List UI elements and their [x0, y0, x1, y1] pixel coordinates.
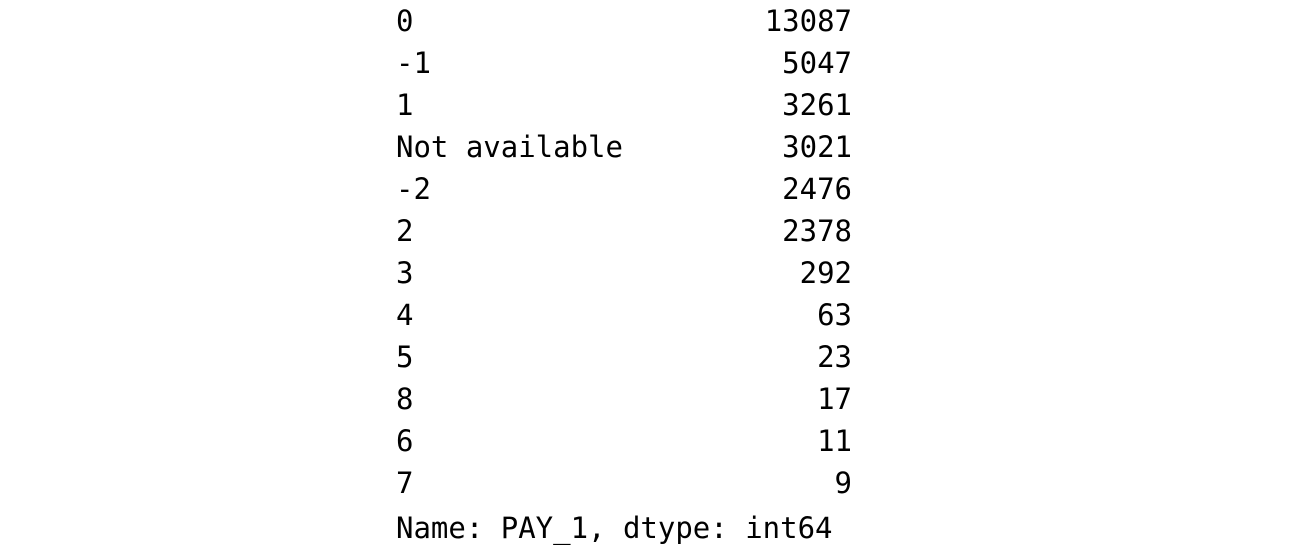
- row-index: 2: [396, 214, 414, 248]
- row-value: 11: [817, 424, 852, 458]
- row-value: 23: [817, 340, 852, 374]
- row-value: 13087: [764, 4, 852, 38]
- list-item: 6 11: [396, 420, 956, 462]
- list-item: 8 17: [396, 378, 956, 420]
- list-item: -1 5047: [396, 42, 956, 84]
- list-item: -2 2476: [396, 168, 956, 210]
- row-index: 4: [396, 298, 414, 332]
- row-index: 7: [396, 466, 414, 500]
- list-item: 1 3261: [396, 84, 956, 126]
- row-index: 6: [396, 424, 414, 458]
- row-index: 1: [396, 88, 414, 122]
- list-item: 3 292: [396, 252, 956, 294]
- row-value: 63: [817, 298, 852, 332]
- row-index: -2: [396, 172, 431, 206]
- row-value: 17: [817, 382, 852, 416]
- list-item: 5 23: [396, 336, 956, 378]
- row-value: 2476: [782, 172, 852, 206]
- series-output: 0 13087 -1 5047 1 3261 Not available 302…: [396, 0, 956, 550]
- row-index: Not available: [396, 130, 623, 164]
- row-index: -1: [396, 46, 431, 80]
- list-item: 2 2378: [396, 210, 956, 252]
- row-index: 5: [396, 340, 414, 374]
- row-value: 2378: [782, 214, 852, 248]
- row-value: 9: [834, 466, 852, 500]
- series-footer: Name: PAY_1, dtype: int64: [396, 511, 833, 545]
- row-value: 5047: [782, 46, 852, 80]
- row-index: 0: [396, 4, 414, 38]
- row-value: 292: [799, 256, 852, 290]
- list-item: 4 63: [396, 294, 956, 336]
- row-value: 3021: [782, 130, 852, 164]
- row-value: 3261: [782, 88, 852, 122]
- value-counts-list: 0 13087 -1 5047 1 3261 Not available 302…: [396, 0, 956, 504]
- row-index: 8: [396, 382, 414, 416]
- list-item: 7 9: [396, 462, 956, 504]
- list-item: Not available 3021: [396, 126, 956, 168]
- row-index: 3: [396, 256, 414, 290]
- list-item: 0 13087: [396, 0, 956, 42]
